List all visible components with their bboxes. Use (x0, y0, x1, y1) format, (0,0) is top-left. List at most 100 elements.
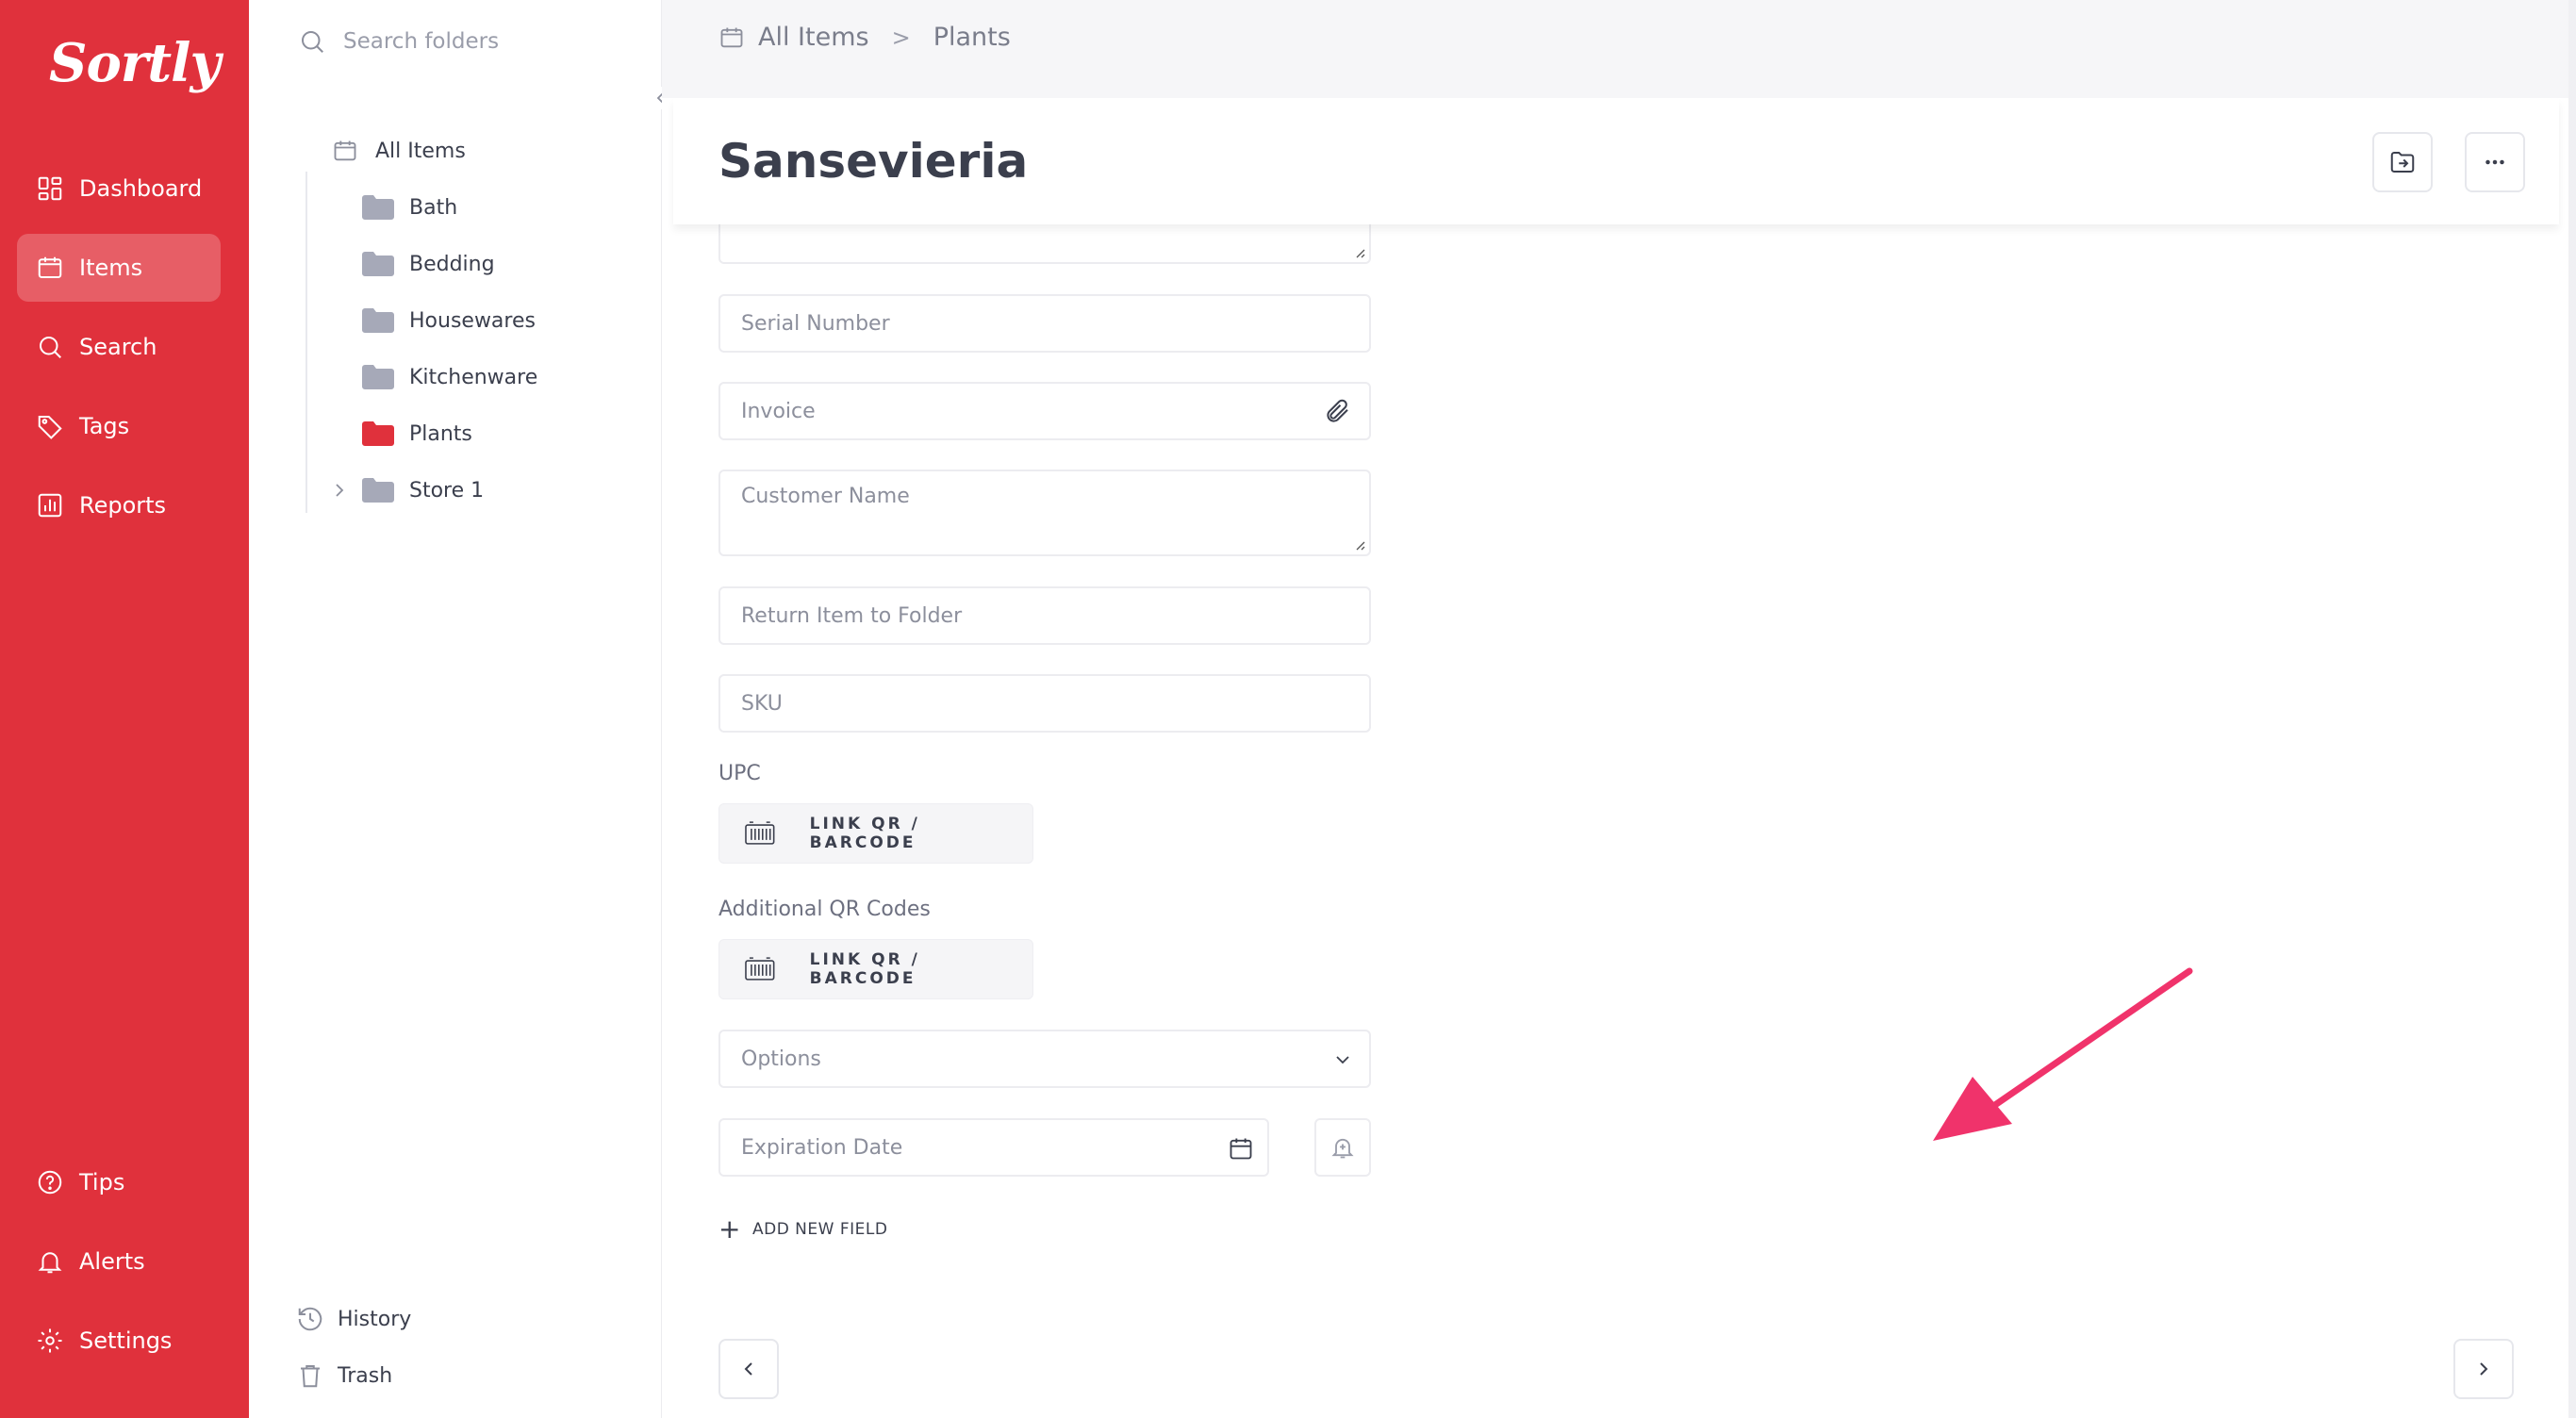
item-title-bar: Sansevieria (673, 98, 2559, 224)
gear-icon (38, 1328, 62, 1353)
move-folder-icon (2390, 152, 2415, 173)
nav-tags[interactable]: Tags (17, 392, 221, 460)
more-actions-button[interactable] (2465, 132, 2525, 192)
nav-label: Search (79, 334, 157, 360)
nav-label: Tags (79, 413, 130, 439)
barcode-icon (745, 957, 775, 981)
folder-item[interactable]: Housewares (362, 302, 536, 339)
additional-qr-button-label: LINK QR / BARCODE (809, 950, 920, 988)
options-dropdown[interactable]: Options (718, 1030, 1371, 1088)
history-icon (298, 1307, 322, 1331)
add-new-field-label: ADD NEW FIELD (751, 1220, 888, 1239)
folder-search-placeholder: Search folders (343, 29, 500, 54)
upc-link-barcode-button[interactable]: LINK QR / BARCODE (718, 803, 1033, 864)
nav-alerts[interactable]: Alerts (17, 1228, 221, 1295)
folder-label: Bedding (409, 252, 495, 276)
breadcrumb-separator: > (891, 24, 911, 51)
folder-label: Kitchenware (409, 365, 538, 389)
folder-icon (362, 308, 394, 333)
resize-handle-icon[interactable] (1352, 245, 1365, 258)
breadcrumb-root[interactable]: All Items (758, 23, 869, 52)
item-title: Sansevieria (718, 134, 1029, 189)
plus-icon: + (718, 1213, 741, 1245)
nav-dashboard[interactable]: Dashboard (17, 155, 221, 223)
folder-icon (362, 478, 394, 503)
nav-search[interactable]: Search (17, 313, 221, 381)
sku-field[interactable]: SKU (718, 674, 1371, 733)
nav-items[interactable]: Items (17, 234, 221, 302)
folder-icon (362, 421, 394, 446)
additional-qr-label: Additional QR Codes (718, 898, 931, 921)
bell-plus-icon (1331, 1138, 1354, 1159)
move-item-button[interactable] (2372, 132, 2433, 192)
next-item-button[interactable] (2453, 1339, 2514, 1399)
reports-icon (38, 493, 62, 518)
bell-icon (38, 1252, 62, 1274)
resize-handle-icon[interactable] (1352, 537, 1365, 551)
additional-qr-link-button[interactable]: LINK QR / BARCODE (718, 939, 1033, 999)
return-item-field[interactable]: Return Item to Folder (718, 586, 1371, 645)
trash-icon (301, 1365, 320, 1388)
nav-label: Items (79, 255, 143, 281)
calendar-icon[interactable] (1228, 1135, 1254, 1162)
trash-label: Trash (338, 1363, 393, 1388)
history-label: History (338, 1307, 412, 1331)
items-icon (334, 140, 356, 161)
invoice-field[interactable]: Invoice (718, 382, 1371, 440)
items-icon (38, 256, 62, 278)
folder-label: Bath (409, 195, 458, 220)
history-link[interactable]: History (296, 1305, 411, 1333)
tree-guide-line (305, 172, 307, 513)
previous-item-button[interactable] (718, 1339, 779, 1399)
folder-label: Store 1 (409, 478, 485, 503)
main-nav: Sortly Dashboard Items Search Tags Repor… (0, 0, 249, 1418)
breadcrumb-bar: All Items > Plants (662, 0, 2576, 98)
folder-item-selected[interactable]: Plants (362, 415, 472, 453)
folder-icon (362, 252, 394, 276)
invoice-placeholder: Invoice (741, 399, 816, 423)
scrollbar[interactable] (2568, 0, 2576, 1418)
nav-tips[interactable]: Tips (17, 1148, 221, 1216)
nav-label: Alerts (79, 1248, 145, 1275)
trash-link[interactable]: Trash (296, 1361, 392, 1390)
folder-all-items[interactable]: All Items (332, 132, 466, 170)
folder-icon (362, 365, 394, 389)
nav-label: Reports (79, 492, 167, 519)
upc-label: UPC (718, 762, 761, 785)
items-icon (720, 27, 743, 47)
customer-name-field[interactable]: Customer Name (718, 470, 1371, 556)
search-icon (40, 337, 61, 358)
more-horizontal-icon (2485, 159, 2504, 165)
barcode-icon (745, 821, 775, 845)
nav-settings[interactable]: Settings (17, 1307, 221, 1375)
folder-item[interactable]: Bedding (362, 245, 495, 283)
chevron-right-icon[interactable] (332, 479, 347, 502)
add-new-field-button[interactable]: + ADD NEW FIELD (718, 1216, 887, 1243)
annotation-arrow-icon (1933, 967, 2193, 1141)
breadcrumb-current[interactable]: Plants (933, 23, 1011, 52)
customer-name-placeholder: Customer Name (741, 485, 910, 508)
expiration-date-field[interactable]: Expiration Date (718, 1118, 1269, 1177)
return-item-placeholder: Return Item to Folder (741, 603, 963, 628)
help-icon (38, 1170, 62, 1195)
expiration-date-placeholder: Expiration Date (741, 1135, 903, 1160)
folder-item[interactable]: Store 1 (362, 471, 484, 509)
nav-label: Tips (79, 1169, 125, 1195)
folder-item[interactable]: Kitchenware (362, 358, 537, 396)
folder-panel: Search folders All Items Bath Bedding Ho… (249, 0, 672, 1418)
folder-search[interactable]: Search folders (249, 0, 662, 83)
paperclip-icon[interactable] (1324, 397, 1352, 425)
chevron-right-icon (2480, 1362, 2488, 1376)
serial-number-placeholder: Serial Number (741, 311, 890, 336)
upc-button-label: LINK QR / BARCODE (809, 815, 920, 852)
sortly-logo[interactable]: Sortly (49, 32, 221, 94)
dashboard-icon (38, 176, 62, 201)
serial-number-field[interactable]: Serial Number (718, 294, 1371, 353)
nav-label: Settings (79, 1327, 173, 1354)
main-content: All Items > Plants Serial Number Invoice… (662, 0, 2576, 1418)
nav-reports[interactable]: Reports (17, 471, 221, 539)
expiration-alert-button[interactable] (1314, 1118, 1371, 1177)
folder-item[interactable]: Bath (362, 189, 457, 226)
breadcrumb: All Items > Plants (718, 23, 1011, 52)
folder-label: Plants (409, 421, 472, 446)
